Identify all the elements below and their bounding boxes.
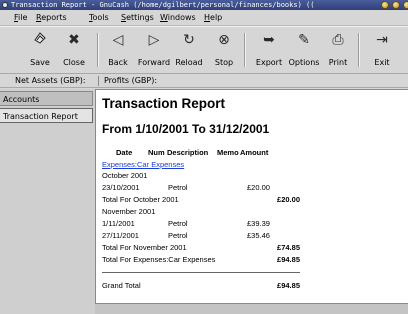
options-button[interactable]: ✎ Options (287, 31, 321, 71)
reload-button[interactable]: ↻ Reload (174, 31, 204, 71)
horizontal-scrollbar[interactable] (95, 303, 408, 314)
notebook-tabs: Accounts Transaction Report (0, 89, 95, 314)
print-icon: ⎙ (332, 32, 344, 48)
profits-label: Profits (GBP): (104, 76, 158, 85)
menu-settings[interactable]: Settings (121, 13, 154, 23)
toolbar-separator (358, 33, 360, 67)
reload-icon: ↻ (183, 32, 195, 48)
menu-help[interactable]: Help (204, 13, 222, 23)
back-button[interactable]: ◁ Back (106, 31, 130, 71)
menu-windows[interactable]: Windows (160, 13, 196, 23)
summary-separator (98, 76, 99, 86)
exit-icon: ⇥ (376, 32, 388, 48)
stop-button[interactable]: ⊗ Stop (212, 31, 236, 71)
close-icon: ✖ (68, 32, 80, 48)
tab-accounts[interactable]: Accounts (0, 91, 93, 106)
summary-bar: Net Assets (GBP): Profits (GBP): (0, 74, 408, 88)
save-icon (28, 31, 52, 49)
report-period: From 1/10/2001 To 31/12/2001 (102, 122, 270, 136)
account-link[interactable]: Expenses:Car Expenses (102, 160, 184, 170)
divider (102, 272, 300, 273)
menu-bar: File Reports Tools Settings Windows Help (0, 10, 408, 26)
month-heading: October 2001 (102, 171, 148, 180)
subtotal-label: Total For November 2001 (102, 243, 187, 252)
column-header-num: Num (148, 148, 165, 157)
toolbar-separator (97, 33, 99, 67)
options-icon: ✎ (298, 32, 310, 48)
menu-reports[interactable]: Reports (36, 13, 67, 23)
subtotal-label: Total For October 2001 (102, 195, 179, 204)
export-button[interactable]: ➥ Export (252, 31, 286, 71)
grand-total-amount: £94.85 (277, 281, 300, 290)
table-row-description: Petrol (168, 183, 188, 192)
window-titlebar[interactable]: Transaction Report - GnuCash (/home/dgil… (0, 0, 408, 10)
table-row-date: 27/11/2001 (102, 231, 139, 240)
subtotal-amount: £20.00 (277, 195, 300, 204)
menu-tools[interactable]: Tools (89, 13, 109, 23)
stop-icon: ⊗ (218, 32, 230, 48)
print-button[interactable]: ⎙ Print (324, 31, 352, 71)
column-header-memo: Memo (217, 148, 239, 157)
report-view[interactable]: Transaction Report From 1/10/2001 To 31/… (95, 89, 408, 303)
table-row-description: Petrol (168, 219, 188, 228)
account-total-amount: £94.85 (277, 255, 300, 264)
column-header-amount: Amount (240, 148, 269, 157)
maximize-icon[interactable] (392, 1, 400, 9)
account-total-label: Total For Expenses:Car Expenses (102, 255, 216, 264)
table-row-description: Petrol (168, 231, 188, 240)
tab-transaction-report[interactable]: Transaction Report (0, 108, 93, 123)
table-row-amount: £20.00 (247, 183, 270, 192)
close-window-icon[interactable] (403, 1, 408, 9)
month-heading: November 2001 (102, 207, 156, 216)
toolbar: Save ✖ Close ◁ Back ▷ Forward ↻ Reload ⊗… (0, 26, 408, 74)
app-menu-icon[interactable] (2, 2, 8, 8)
export-icon: ➥ (263, 32, 275, 48)
save-button[interactable]: Save (28, 31, 52, 71)
table-row-amount: £35.46 (247, 231, 270, 240)
close-button[interactable]: ✖ Close (60, 31, 88, 71)
toolbar-separator (244, 33, 246, 67)
forward-button[interactable]: ▷ Forward (136, 31, 172, 71)
table-row-date: 1/11/2001 (102, 219, 135, 228)
report-title: Transaction Report (102, 96, 226, 111)
column-header-date: Date (116, 148, 133, 157)
subtotal-amount: £74.85 (277, 243, 300, 252)
grand-total-label: Grand Total (102, 281, 141, 290)
exit-button[interactable]: ⇥ Exit (370, 31, 394, 71)
back-arrow-icon: ◁ (112, 32, 124, 48)
table-row-date: 23/10/2001 (102, 183, 140, 192)
column-header-description: Description (167, 148, 209, 157)
net-assets-label: Net Assets (GBP): (15, 76, 86, 85)
table-row-amount: £39.39 (247, 219, 270, 228)
minimize-icon[interactable] (381, 1, 389, 9)
menu-file[interactable]: File (14, 13, 27, 23)
window-title: Transaction Report - GnuCash (/home/dgil… (11, 1, 315, 9)
forward-arrow-icon: ▷ (148, 32, 160, 48)
